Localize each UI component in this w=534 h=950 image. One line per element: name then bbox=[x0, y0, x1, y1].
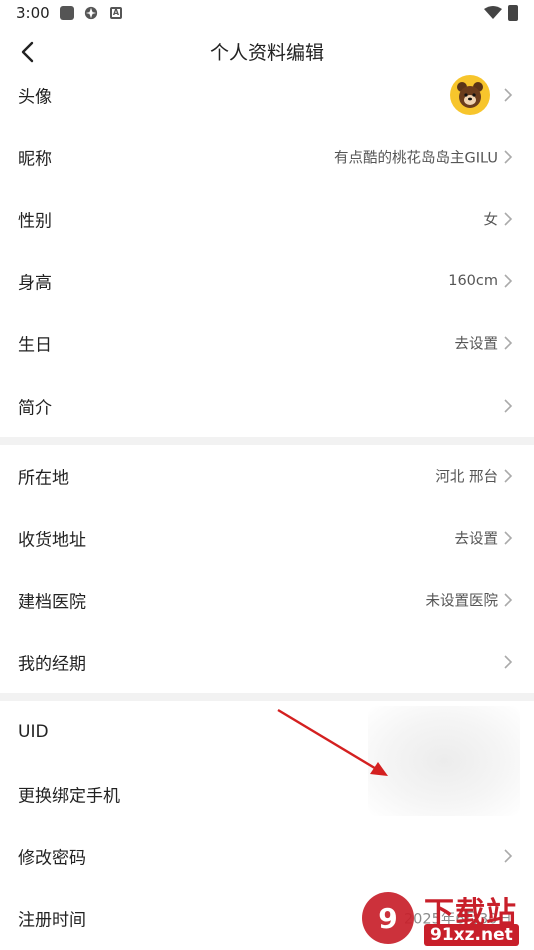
pinwheel-icon bbox=[84, 6, 98, 20]
square-app-icon bbox=[60, 6, 74, 20]
chevron-right-icon bbox=[504, 531, 513, 545]
chevron-right-icon bbox=[504, 655, 513, 669]
chevron-right-icon bbox=[504, 150, 513, 164]
row-location[interactable]: 所在地 河北 邢台 bbox=[0, 445, 534, 507]
wifi-icon bbox=[484, 6, 502, 19]
row-label: 生日 bbox=[18, 335, 52, 356]
row-label: 所在地 bbox=[18, 468, 69, 489]
row-label: 我的经期 bbox=[18, 654, 86, 675]
row-label: 性别 bbox=[18, 211, 52, 232]
birthday-value: 去设置 bbox=[454, 336, 499, 353]
row-label: 注册时间 bbox=[18, 910, 86, 931]
row-label: 身高 bbox=[18, 273, 52, 294]
row-avatar[interactable]: 头像 bbox=[0, 64, 534, 126]
row-label: 收货地址 bbox=[18, 530, 86, 551]
annotation-arrow-icon bbox=[277, 708, 388, 776]
row-gender[interactable]: 性别 女 bbox=[0, 188, 534, 250]
row-label: 简介 bbox=[18, 398, 52, 419]
row-label: 更换绑定手机 bbox=[18, 786, 120, 807]
gender-value: 女 bbox=[483, 212, 499, 229]
row-label: UID bbox=[18, 722, 49, 742]
nickname-value: 有点酷的桃花岛岛主GILU bbox=[334, 150, 498, 167]
chevron-right-icon bbox=[504, 274, 513, 288]
row-height[interactable]: 身高 160cm bbox=[0, 250, 534, 312]
chevron-right-icon bbox=[504, 88, 513, 102]
row-change-phone[interactable]: 更换绑定手机 bbox=[0, 763, 534, 825]
bear-avatar-icon bbox=[457, 82, 483, 108]
chevron-right-icon bbox=[504, 212, 513, 226]
section-divider bbox=[0, 437, 534, 445]
row-label: 头像 bbox=[18, 87, 52, 108]
section-divider bbox=[0, 693, 534, 701]
a-badge-icon: A bbox=[110, 7, 122, 19]
chevron-right-icon bbox=[504, 593, 513, 607]
row-uid: UID bbox=[0, 701, 534, 763]
chevron-right-icon bbox=[504, 336, 513, 350]
row-hospital[interactable]: 建档医院 未设置医院 bbox=[0, 569, 534, 631]
avatar[interactable] bbox=[450, 75, 490, 115]
row-birthday[interactable]: 生日 去设置 bbox=[0, 312, 534, 374]
address-value: 去设置 bbox=[454, 531, 499, 548]
row-nickname[interactable]: 昵称 有点酷的桃花岛岛主GILU bbox=[0, 126, 534, 188]
status-time: 3:00 bbox=[16, 4, 50, 22]
page-title: 个人资料编辑 bbox=[209, 42, 324, 64]
height-value: 160cm bbox=[448, 273, 498, 289]
svg-text:9: 9 bbox=[378, 902, 397, 935]
chevron-right-icon bbox=[504, 849, 513, 863]
row-label: 昵称 bbox=[18, 149, 52, 170]
row-change-password[interactable]: 修改密码 bbox=[0, 825, 534, 887]
row-period[interactable]: 我的经期 bbox=[0, 631, 534, 693]
chevron-right-icon bbox=[504, 469, 513, 483]
watermark-url: 91xz.net bbox=[424, 924, 519, 946]
row-intro[interactable]: 简介 bbox=[0, 375, 534, 437]
hospital-value: 未设置医院 bbox=[425, 593, 499, 610]
row-address[interactable]: 收货地址 去设置 bbox=[0, 507, 534, 569]
site-watermark: 9 下载站 91xz.net bbox=[360, 888, 532, 950]
chevron-right-icon bbox=[504, 399, 513, 413]
row-label: 建档医院 bbox=[18, 592, 86, 613]
row-label: 修改密码 bbox=[18, 848, 86, 869]
location-value: 河北 邢台 bbox=[435, 469, 498, 486]
battery-charging-icon bbox=[508, 5, 518, 21]
status-bar: 3:00 A bbox=[0, 0, 534, 28]
watermark-logo-icon: 9 bbox=[362, 892, 414, 944]
